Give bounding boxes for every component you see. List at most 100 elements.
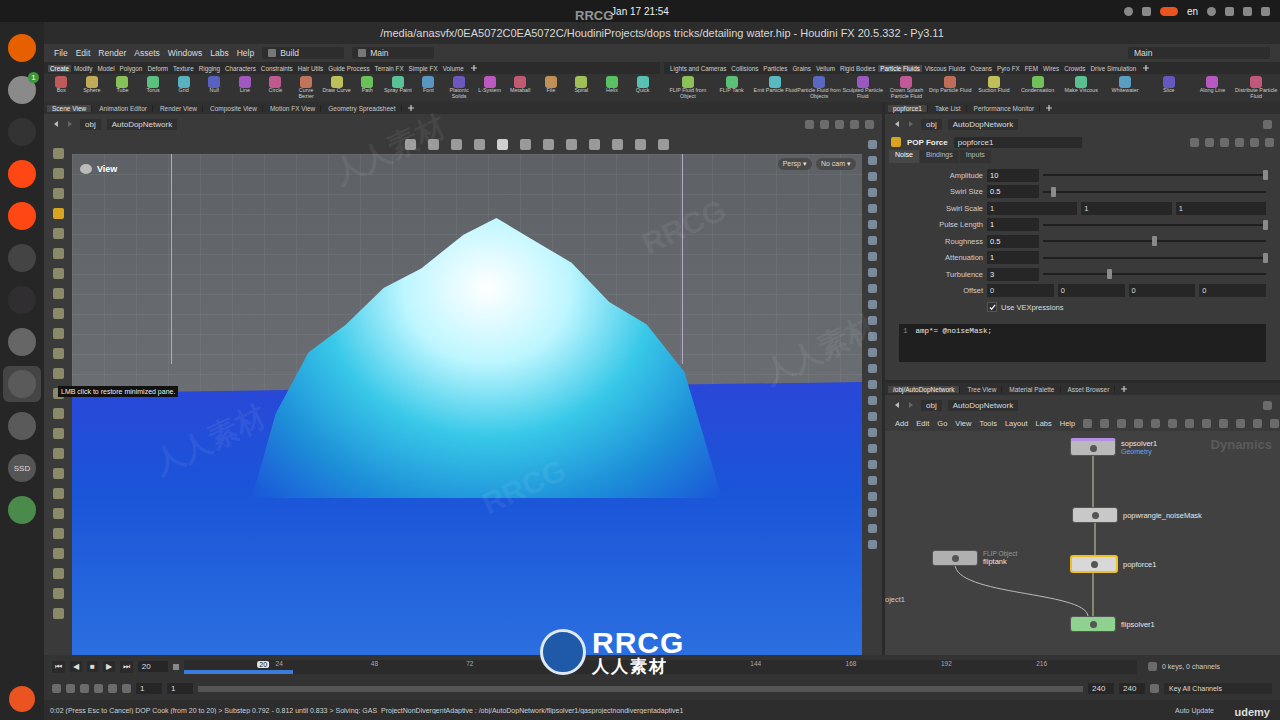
shelf-tab[interactable]: Guide Process: [326, 65, 371, 72]
display-option-icon[interactable]: [868, 220, 877, 229]
path-crumb[interactable]: AutoDopNetwork: [948, 119, 1018, 130]
slider-handle[interactable]: [1263, 220, 1268, 230]
slider-handle[interactable]: [1263, 253, 1268, 263]
shelf-tab[interactable]: Drive Simulation: [1089, 65, 1139, 72]
node-name-field[interactable]: popforce1: [954, 137, 1082, 148]
network-tool-icon[interactable]: [1134, 419, 1143, 428]
menu-item[interactable]: Render: [98, 48, 126, 58]
menu-item[interactable]: Assets: [134, 48, 160, 58]
viewer-tool-icon[interactable]: [543, 139, 554, 150]
shelf-tool[interactable]: Spiral: [566, 75, 597, 94]
shelf-tool[interactable]: Quick: [627, 75, 658, 94]
network-tool-icon[interactable]: [1083, 419, 1092, 428]
shelf-tool[interactable]: FLIP Tank: [710, 75, 754, 94]
tool-icon[interactable]: [53, 328, 64, 339]
add-pane-tab-icon[interactable]: [1045, 104, 1053, 112]
dock-app[interactable]: [3, 324, 41, 360]
network-tool-icon[interactable]: [1236, 419, 1245, 428]
tool-icon[interactable]: [53, 528, 64, 539]
shelf-tab[interactable]: Wires: [1041, 65, 1061, 72]
tool-icon[interactable]: [53, 608, 64, 619]
dock-app[interactable]: [3, 114, 41, 150]
shelf-tool[interactable]: Box: [46, 75, 77, 94]
dock-app[interactable]: [3, 156, 41, 192]
parameter-field[interactable]: 1: [987, 218, 1039, 231]
display-option-icon[interactable]: [868, 172, 877, 181]
forward-icon[interactable]: [66, 120, 74, 128]
slider-handle[interactable]: [1051, 187, 1056, 197]
status-area[interactable]: en: [669, 6, 1270, 17]
vector-component-field[interactable]: 0: [987, 284, 1054, 297]
slider-handle[interactable]: [1107, 269, 1112, 279]
clock[interactable]: Jan 17 21:54: [611, 6, 669, 17]
shelf-tab[interactable]: FEM: [1023, 65, 1040, 72]
forward-icon[interactable]: [907, 120, 915, 128]
shelf-tool[interactable]: Spray Paint: [383, 75, 414, 94]
shelf-tool[interactable]: Sphere: [77, 75, 108, 94]
pane-tab[interactable]: Composite View: [205, 105, 263, 112]
parameter-slider[interactable]: [1043, 268, 1266, 280]
tool-icon[interactable]: [53, 468, 64, 479]
shelf-tool[interactable]: Path: [352, 75, 383, 94]
shelf-tool[interactable]: Grid: [168, 75, 199, 94]
pane-tab[interactable]: Geometry Spreadsheet: [323, 105, 401, 112]
shelf-tool[interactable]: Emit Particle Fluid: [753, 75, 797, 94]
tool-icon[interactable]: [53, 408, 64, 419]
header-tool-icon[interactable]: [1190, 138, 1199, 147]
tool-icon[interactable]: [53, 228, 64, 239]
checkbox[interactable]: [987, 302, 997, 312]
path-crumb[interactable]: obj: [921, 400, 942, 411]
shelf-tool[interactable]: Line: [230, 75, 261, 94]
vector-component-field[interactable]: 0: [1199, 284, 1266, 297]
display-option-icon[interactable]: [868, 316, 877, 325]
parameter-field[interactable]: 3: [987, 268, 1039, 281]
dock-app[interactable]: [3, 240, 41, 276]
add-pane-tab-icon[interactable]: [407, 104, 415, 112]
playback-button[interactable]: ⏭: [120, 661, 133, 673]
header-tool-icon[interactable]: [1265, 138, 1274, 147]
key-all-channels-menu[interactable]: Key All Channels: [1164, 683, 1272, 694]
shelf-tab[interactable]: Rigid Bodies: [838, 65, 877, 72]
tool-icon[interactable]: [53, 568, 64, 579]
display-option-icon[interactable]: [868, 524, 877, 533]
vector-component-field[interactable]: 1: [987, 202, 1077, 215]
network-tool-icon[interactable]: [1202, 419, 1211, 428]
shelf-tab[interactable]: Viscous Fluids: [923, 65, 967, 72]
path-crumb[interactable]: obj: [80, 119, 101, 130]
add-tab-icon[interactable]: [470, 64, 478, 72]
tool-icon[interactable]: [53, 348, 64, 359]
shelf-tab[interactable]: Pyro FX: [995, 65, 1022, 72]
shelf-tab[interactable]: Grains: [790, 65, 813, 72]
display-option-icon[interactable]: [868, 412, 877, 421]
menu-item[interactable]: Edit: [76, 48, 91, 58]
shelf-tab[interactable]: Deform: [145, 65, 170, 72]
timeline-option-icon[interactable]: [122, 684, 131, 693]
auto-update-menu[interactable]: Auto Update: [1175, 707, 1214, 714]
shelf-tool[interactable]: Whitewater: [1103, 75, 1147, 94]
parameter-field[interactable]: 0.5: [987, 235, 1039, 248]
display-option-icon[interactable]: [868, 444, 877, 453]
current-frame-marker[interactable]: 20: [257, 661, 269, 668]
viewport[interactable]: View Persp ▾No cam ▾: [72, 154, 862, 655]
pane-tab[interactable]: Tree View: [962, 386, 1002, 393]
vector-component-field[interactable]: 0: [1129, 284, 1196, 297]
shelf-tool[interactable]: Torus: [138, 75, 169, 94]
path-tool-icon[interactable]: [820, 120, 829, 129]
vector-component-field[interactable]: 0: [1058, 284, 1125, 297]
folder-tab[interactable]: Inputs: [960, 150, 991, 163]
shelf-tab[interactable]: Create: [48, 65, 71, 72]
pane-tab[interactable]: Scene View: [47, 105, 92, 112]
tool-icon[interactable]: [53, 208, 64, 219]
node-body[interactable]: [1072, 507, 1118, 523]
header-tool-icon[interactable]: [1220, 138, 1229, 147]
display-option-icon[interactable]: [868, 188, 877, 197]
display-option-icon[interactable]: [868, 460, 877, 469]
network-tool-icon[interactable]: [1270, 419, 1279, 428]
viewer-tool-icon[interactable]: [474, 139, 485, 150]
viewer-tool-icon[interactable]: [428, 139, 439, 150]
dock-app[interactable]: [3, 492, 41, 528]
dock-app[interactable]: [3, 198, 41, 234]
display-option-icon[interactable]: [868, 348, 877, 357]
slider-handle[interactable]: [1263, 170, 1268, 180]
right-desktop-menu[interactable]: Main: [1128, 47, 1270, 59]
